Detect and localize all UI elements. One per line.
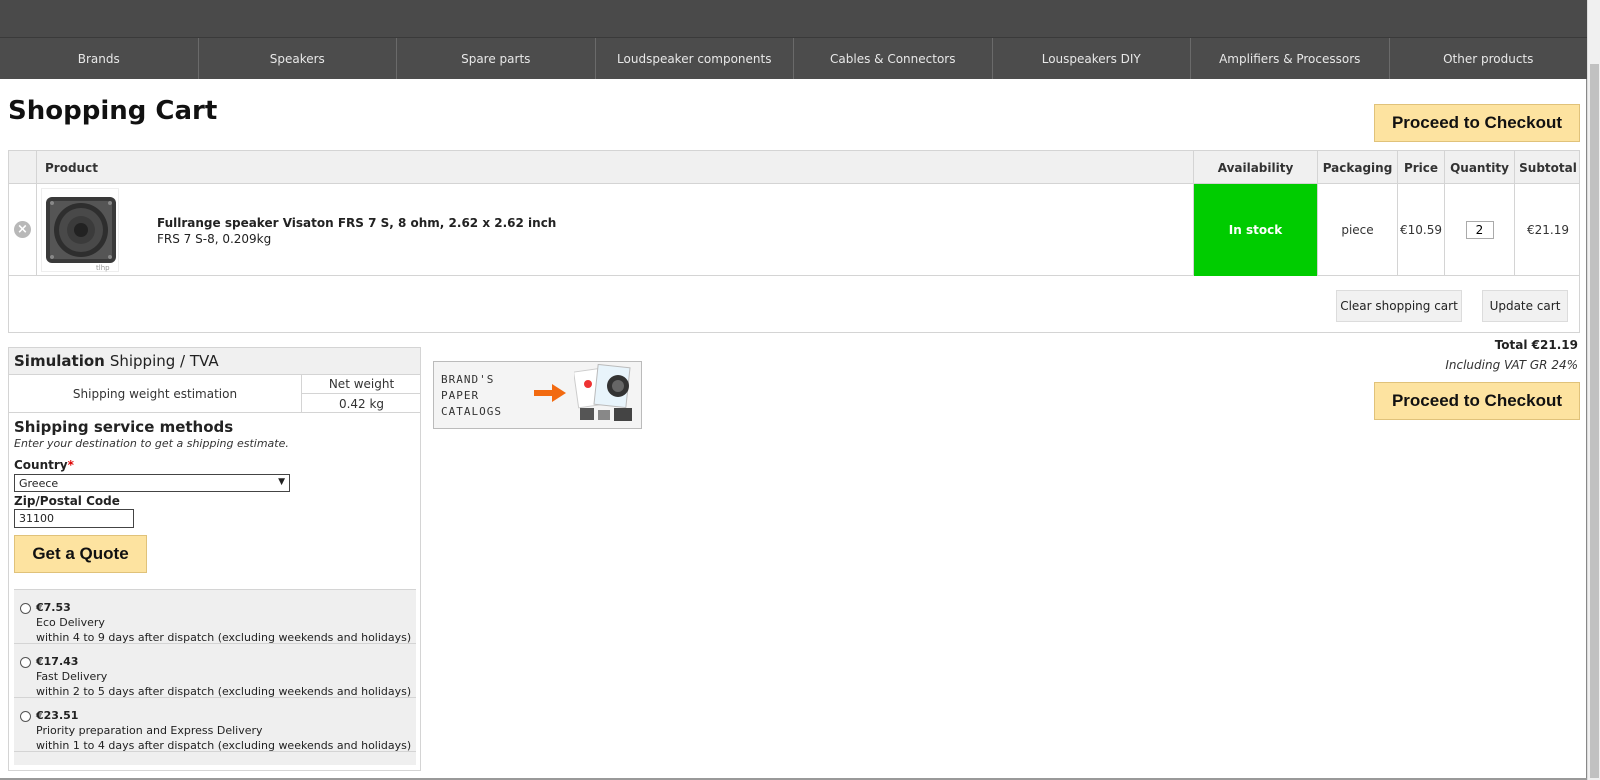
header-price: Price <box>1397 151 1444 184</box>
vertical-scrollbar[interactable] <box>1587 0 1600 780</box>
product-thumbnail[interactable]: tlhp <box>41 188 119 272</box>
nav-item-amplifiers-processors[interactable]: Amplifiers & Processors <box>1191 38 1390 79</box>
header-quantity: Quantity <box>1444 151 1514 184</box>
page-border <box>1586 79 1587 780</box>
country-selected-value: Greece <box>19 476 59 490</box>
shipping-methods-title: Shipping service methods <box>14 418 234 436</box>
nav-item-cables-connectors[interactable]: Cables & Connectors <box>794 38 993 79</box>
weight-table: Shipping weight estimation Net weight 0.… <box>9 375 421 413</box>
list-item[interactable]: €17.43 Fast Delivery within 2 to 5 days … <box>14 644 416 698</box>
shipping-rates-list: €7.53 Eco Delivery within 4 to 9 days af… <box>14 589 416 765</box>
shipping-title-rest: Shipping / TVA <box>109 352 219 370</box>
chevron-down-icon: ▼ <box>278 477 285 487</box>
rate-radio-fast[interactable] <box>20 657 31 668</box>
quantity-input[interactable] <box>1465 221 1494 239</box>
product-cell: tlhp Fullrange speaker Visaton FRS 7 S, … <box>36 184 1193 276</box>
rate-name: Priority preparation and Express Deliver… <box>36 724 263 737</box>
catalog-collage-icon <box>574 364 632 421</box>
price-value: €10.59 <box>1397 184 1444 276</box>
list-item[interactable]: €23.51 Priority preparation and Express … <box>14 698 416 752</box>
catalog-banner-text: BRAND'S PAPER CATALOGS <box>441 372 502 420</box>
proceed-to-checkout-button-bottom[interactable]: Proceed to Checkout <box>1374 382 1580 420</box>
nav-item-spare-parts[interactable]: Spare parts <box>397 38 596 79</box>
nav-item-brands[interactable]: Brands <box>0 38 199 79</box>
zip-label: Zip/Postal Code <box>14 494 120 508</box>
zip-input[interactable]: 31100 <box>14 509 134 528</box>
main-nav: Brands Speakers Spare parts Loudspeaker … <box>0 37 1587 79</box>
header-availability: Availability <box>1193 151 1317 184</box>
rate-radio-priority[interactable] <box>20 711 31 722</box>
clear-cart-button[interactable]: Clear shopping cart <box>1336 290 1462 322</box>
nav-item-loudspeaker-components[interactable]: Loudspeaker components <box>596 38 794 79</box>
rate-name: Eco Delivery <box>36 616 105 629</box>
arrow-right-icon <box>534 384 566 402</box>
brands-paper-catalogs-banner[interactable]: BRAND'S PAPER CATALOGS <box>433 361 642 429</box>
rate-description: within 4 to 9 days after dispatch (exclu… <box>36 631 412 644</box>
shipping-methods-hint: Enter your destination to get a shipping… <box>14 437 289 450</box>
availability-badge: In stock <box>1193 184 1317 276</box>
speaker-image: tlhp <box>46 197 116 272</box>
header-product: Product <box>36 151 1193 184</box>
thumbnail-watermark: tlhp <box>96 264 110 272</box>
cart-total: Total €21.19 <box>1494 338 1578 352</box>
required-marker: * <box>67 458 74 472</box>
weight-estimation-label: Shipping weight estimation <box>72 387 238 401</box>
shipping-simulation-panel: Simulation Shipping / TVA Shipping weigh… <box>8 347 421 771</box>
nav-item-speakers[interactable]: Speakers <box>199 38 397 79</box>
rate-description: within 1 to 4 days after dispatch (exclu… <box>36 739 412 752</box>
rate-description: within 2 to 5 days after dispatch (exclu… <box>36 685 412 698</box>
vat-note: Including VAT GR 24% <box>1445 358 1578 372</box>
list-item[interactable]: €7.53 Eco Delivery within 4 to 9 days af… <box>14 590 416 644</box>
rate-price: €7.53 <box>36 601 71 614</box>
header-packaging: Packaging <box>1317 151 1397 184</box>
get-quote-button[interactable]: Get a Quote <box>14 535 147 573</box>
catalog-line-2: PAPER <box>441 389 480 402</box>
quantity-cell <box>1444 184 1514 276</box>
proceed-to-checkout-button-top[interactable]: Proceed to Checkout <box>1374 104 1580 142</box>
update-cart-button[interactable]: Update cart <box>1482 290 1568 322</box>
nav-item-other-products[interactable]: Other products <box>1390 38 1588 79</box>
nav-item-louspeakers-diy[interactable]: Louspeakers DIY <box>993 38 1191 79</box>
table-row: × tlhp Fullrange speaker Visaton FRS 7 S… <box>9 184 1579 276</box>
country-select[interactable]: Greece ▼ <box>14 474 290 492</box>
rate-price: €17.43 <box>36 655 79 668</box>
scrollbar-thumb[interactable] <box>1590 64 1599 778</box>
page-title: Shopping Cart <box>8 96 218 126</box>
subtotal-value: €21.19 <box>1514 184 1581 276</box>
product-name[interactable]: Fullrange speaker Visaton FRS 7 S, 8 ohm… <box>157 216 556 230</box>
cart-table: Product Availability Packaging Price Qua… <box>8 150 1580 333</box>
cart-actions: Clear shopping cart Update cart <box>9 276 1579 334</box>
product-sku: FRS 7 S-8, 0.209kg <box>157 232 272 246</box>
net-weight-value: 0.42 kg <box>301 394 421 413</box>
packaging-value: piece <box>1317 184 1397 276</box>
shipping-panel-title: Simulation Shipping / TVA <box>9 348 420 375</box>
header-subtotal: Subtotal <box>1514 151 1581 184</box>
country-label: Country* <box>14 458 74 472</box>
shipping-title-bold: Simulation <box>14 352 105 370</box>
country-label-text: Country <box>14 458 68 472</box>
catalog-line-1: BRAND'S <box>441 373 495 386</box>
net-weight-header: Net weight <box>301 375 421 394</box>
rate-price: €23.51 <box>36 709 79 722</box>
cart-table-header: Product Availability Packaging Price Qua… <box>9 151 1579 184</box>
rate-radio-eco[interactable] <box>20 603 31 614</box>
catalog-line-3: CATALOGS <box>441 405 502 418</box>
remove-item-icon[interactable]: × <box>14 221 31 238</box>
rate-name: Fast Delivery <box>36 670 108 683</box>
top-bar <box>0 0 1587 37</box>
